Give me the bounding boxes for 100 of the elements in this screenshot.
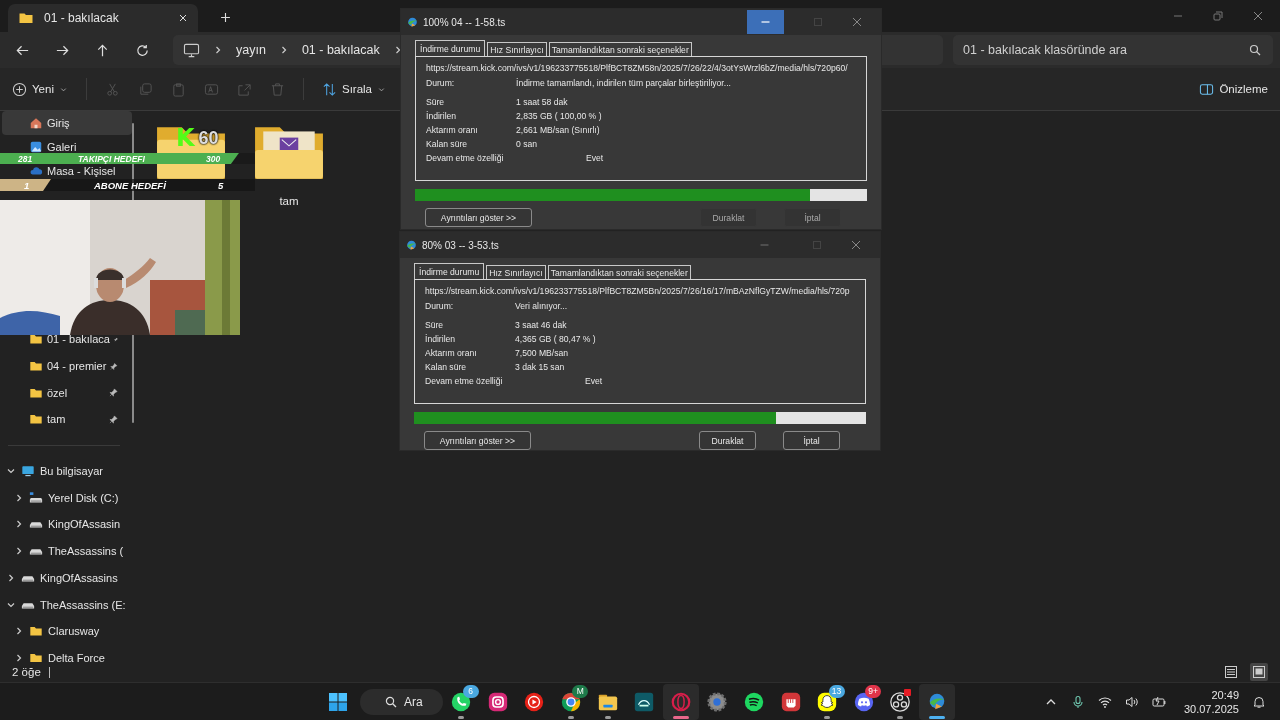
field-value: 2,835 GB ( 100,00 % ) <box>516 111 602 121</box>
restore-icon[interactable] <box>1213 11 1223 21</box>
monitor-icon <box>21 464 35 479</box>
breadcrumb-item[interactable]: yayın <box>236 43 266 57</box>
drive-icon <box>29 490 43 505</box>
tree-item[interactable]: Bu bilgisayar <box>40 465 103 478</box>
chevron-right-icon[interactable] <box>6 572 16 583</box>
goal-target: 300 <box>206 153 222 164</box>
download-url: https://stream.kick.com/ivs/v1/196233775518/PlfBCT8ZM5Bn/2025/7/26/16/17/mBAzNflGyTZW/media/hls/720p <box>425 286 851 296</box>
tree-item[interactable]: TheAssassins ( <box>48 545 124 558</box>
plus-circle-icon <box>12 81 27 97</box>
chevron-right-icon[interactable] <box>14 519 24 530</box>
logo-letter: K <box>176 124 195 152</box>
breadcrumb-item[interactable]: 01 - bakılacak <box>301 43 380 57</box>
monitor-icon <box>183 42 200 58</box>
search-icon <box>385 695 397 708</box>
speaker-icon[interactable] <box>1124 694 1139 709</box>
goal-target: 5 <box>218 179 225 191</box>
plus-icon[interactable] <box>220 12 231 23</box>
sidebar-item[interactable]: 04 - premier <box>47 360 107 373</box>
goal-current: 281 <box>18 153 34 164</box>
file-name[interactable]: tam <box>279 195 299 207</box>
dialog-button[interactable]: İptal <box>783 431 840 450</box>
sidebar-item[interactable]: Giriş <box>47 117 70 129</box>
circles-icon[interactable] <box>889 690 912 713</box>
dialog-title: 80% 03 -- 3-53.ts <box>422 239 499 251</box>
clock-date[interactable]: 30.07.2025 <box>1183 701 1239 716</box>
sidebar-item[interactable]: tam <box>47 413 66 426</box>
field-value: 2,661 MB/san (Sınırlı) <box>516 125 600 135</box>
tree-item[interactable]: Clarusway <box>48 625 100 638</box>
tab-title: 01 - bakılacak <box>44 11 120 25</box>
tab[interactable]: Hız Sınırlayıcı <box>487 42 547 56</box>
wifi-icon[interactable] <box>1097 694 1112 709</box>
start-icon[interactable] <box>328 691 348 712</box>
clipboard-icon[interactable] <box>170 81 186 97</box>
field-label: Aktarım oranı <box>426 125 479 135</box>
chevron-right-icon[interactable] <box>14 492 24 503</box>
new-button[interactable]: Yeni <box>12 77 68 101</box>
view-toggle[interactable] <box>1222 663 1240 681</box>
microphone-icon[interactable] <box>1070 694 1085 709</box>
sort-arrows-icon <box>321 81 337 97</box>
app-tile-icon[interactable] <box>633 690 656 713</box>
tree-item[interactable]: KingOfAssasins <box>40 571 118 584</box>
battery-icon[interactable] <box>1151 694 1166 709</box>
up-arrow-icon[interactable] <box>95 42 110 58</box>
notification-badge: 9+ <box>865 684 882 698</box>
close-icon[interactable] <box>1253 11 1263 21</box>
fist-icon[interactable] <box>779 690 802 713</box>
field-value: 3 dak 15 san <box>515 362 565 372</box>
chevron-right-icon <box>213 45 223 55</box>
chat-bubble-icon[interactable] <box>450 690 473 713</box>
dialog-button[interactable]: Ayrıntıları göster >> <box>424 431 531 450</box>
clock-time[interactable]: 20:49 <box>1211 687 1239 702</box>
sort-button[interactable]: Sırala <box>321 77 386 101</box>
sidebar-item[interactable]: Galeri <box>47 141 77 153</box>
field-value: 3 saat 46 dak <box>515 320 567 330</box>
tab[interactable]: Hız Sınırlayıcı <box>486 265 546 279</box>
tree-item[interactable]: Yerel Disk (C:) <box>48 491 119 504</box>
browser-icon[interactable] <box>560 690 583 713</box>
play-icon[interactable] <box>523 690 546 713</box>
search-icon[interactable] <box>1249 44 1261 56</box>
chevron-right-icon[interactable] <box>14 626 24 637</box>
field-label: Durum: <box>426 78 456 88</box>
tab[interactable]: İndirme durumu <box>414 263 485 279</box>
music-icon[interactable] <box>743 690 766 713</box>
gear-icon[interactable] <box>706 690 729 713</box>
dialog-button[interactable]: Duraklat <box>699 431 756 450</box>
tab[interactable]: Tamamlandıktan sonraki seçenekler <box>547 265 691 279</box>
chevron-right-icon[interactable] <box>14 546 24 557</box>
bell-icon[interactable] <box>1252 694 1266 709</box>
globe-icon <box>406 15 419 29</box>
notification-badge: 6 <box>462 684 479 698</box>
home-icon <box>29 116 43 130</box>
tree-item[interactable]: KingOfAssasin <box>48 518 121 531</box>
field-label: Süre <box>425 320 445 330</box>
goal-label: TAKIPÇI HEDEFI <box>78 153 146 164</box>
sidebar-item[interactable]: 01 - bakılaca <box>47 333 110 346</box>
view-toggle[interactable] <box>1250 663 1268 681</box>
taskbar-search[interactable]: Ara <box>360 688 443 715</box>
field-label: İndirilen <box>425 334 457 344</box>
tree-item[interactable]: Delta Force <box>48 651 105 662</box>
goal-label: ABONE HEDEFİ <box>94 179 168 191</box>
sidebar-item[interactable]: Masa - Kişisel <box>47 165 116 177</box>
chevron-right-icon[interactable] <box>14 652 24 662</box>
camera-icon[interactable] <box>486 690 509 713</box>
viewer-count: 60 <box>198 127 219 149</box>
field-label: Aktarım oranı <box>425 348 478 358</box>
sidebar-item[interactable]: özel <box>47 386 68 399</box>
tab[interactable]: Tamamlandıktan sonraki seçenekler <box>548 42 692 56</box>
field-label: Kalan süre <box>425 362 468 372</box>
ring-icon[interactable] <box>669 690 692 713</box>
tree-item[interactable]: TheAssassins (E: <box>40 598 126 611</box>
dialog-button[interactable]: Ayrıntıları göster >> <box>425 208 532 227</box>
search-field[interactable]: 01 - bakılacak klasöründe ara <box>953 35 1273 65</box>
window-tab[interactable]: 01 - bakılacak <box>8 4 198 32</box>
tab[interactable]: İndirme durumu <box>415 40 486 56</box>
preview-button[interactable]: Önizleme <box>1199 77 1268 101</box>
refresh-icon[interactable] <box>135 42 150 58</box>
gallery-icon <box>29 140 43 154</box>
ghost-icon[interactable] <box>816 690 839 713</box>
